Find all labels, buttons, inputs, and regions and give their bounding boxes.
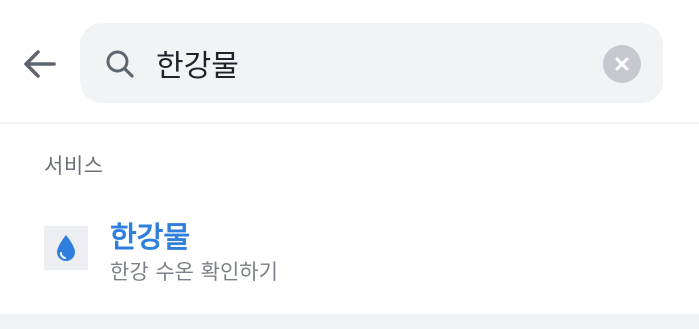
result-icon xyxy=(44,226,88,270)
result-title: 한강물 xyxy=(110,220,191,254)
section-label: 서비스 xyxy=(44,154,104,178)
search-icon xyxy=(106,50,134,78)
clear-search-button[interactable] xyxy=(603,45,641,83)
search-header xyxy=(0,0,699,124)
water-drop-icon xyxy=(57,235,75,261)
search-bar[interactable] xyxy=(80,23,663,103)
result-subtitle: 한강 수온 확인하기 xyxy=(110,260,278,284)
close-icon xyxy=(615,57,629,71)
back-button[interactable] xyxy=(18,42,62,86)
search-input[interactable] xyxy=(156,39,596,87)
search-result-item[interactable]: 한강물 한강 수온 확인하기 xyxy=(0,200,699,300)
search-screen: 서비스 한강물 한강 수온 확인하기 xyxy=(0,0,699,329)
section-divider xyxy=(0,314,699,329)
arrow-left-icon xyxy=(24,50,56,78)
